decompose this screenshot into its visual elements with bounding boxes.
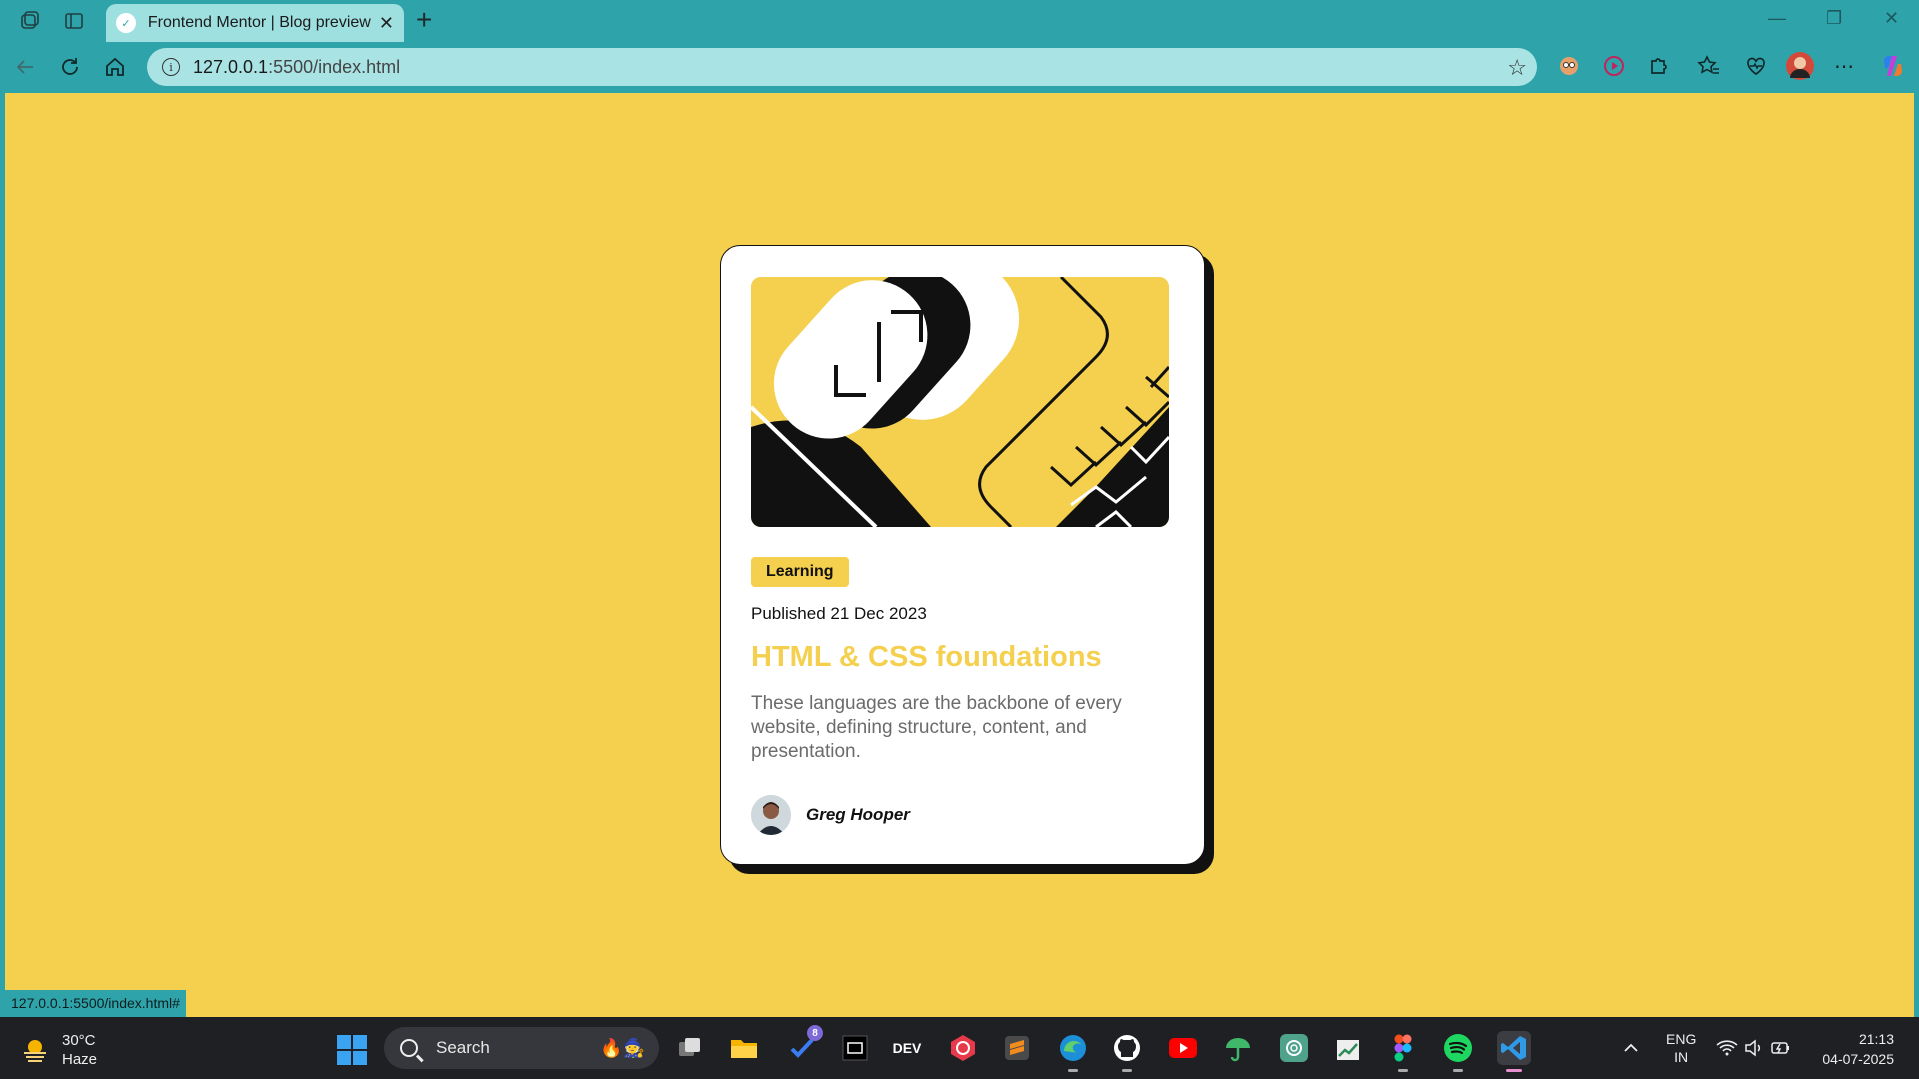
home-icon[interactable] — [100, 52, 130, 82]
weather-description: Haze — [62, 1051, 98, 1068]
dev-community-icon[interactable]: DEV — [890, 1031, 924, 1065]
browser-essentials-icon[interactable] — [1740, 50, 1772, 82]
edge-browser-icon[interactable] — [1056, 1031, 1090, 1072]
language-code: ENG — [1666, 1031, 1697, 1047]
author-avatar — [751, 795, 791, 835]
link-status-bar: 127.0.0.1:5500/index.html# — [5, 990, 186, 1017]
quick-settings[interactable] — [1716, 1017, 1792, 1079]
copilot-icon[interactable] — [1877, 50, 1909, 82]
tab-actions-icon[interactable] — [61, 8, 87, 34]
card-illustration — [751, 277, 1169, 527]
windows-taskbar: 30°C Haze Search 🔥🧙 8 DEV ENG IN 21:13 0… — [0, 1017, 1919, 1079]
clock-date: 04-07-2025 — [1822, 1051, 1894, 1067]
terminal-app-icon[interactable] — [838, 1031, 872, 1065]
new-tab-button[interactable]: + — [416, 6, 432, 34]
card-title[interactable]: HTML & CSS foundations — [751, 641, 1174, 674]
weather-widget[interactable]: 30°C Haze — [20, 1031, 97, 1069]
todo-app-icon[interactable]: 8 — [785, 1025, 823, 1065]
show-hidden-icons[interactable] — [1622, 1017, 1640, 1079]
system-clock[interactable]: 21:13 04-07-2025 — [1812, 1029, 1894, 1069]
github-desktop-icon[interactable] — [1110, 1031, 1144, 1072]
browser-titlebar: ✓ Frontend Mentor | Blog preview c ✕ + —… — [0, 0, 1919, 42]
battery-icon — [1771, 1042, 1789, 1054]
notification-badge: 8 — [807, 1025, 823, 1041]
red-app-icon[interactable] — [946, 1031, 980, 1065]
figma-icon[interactable] — [1386, 1031, 1420, 1072]
active-tab[interactable]: ✓ Frontend Mentor | Blog preview c ✕ — [106, 4, 404, 42]
favorite-star-icon[interactable]: ☆ — [1507, 55, 1527, 81]
search-icon — [400, 1039, 418, 1057]
wifi-icon — [1716, 1040, 1738, 1056]
dev-label: DEV — [892, 1040, 922, 1056]
input-language[interactable]: ENG IN — [1666, 1017, 1696, 1079]
umbrella-app-icon[interactable] — [1221, 1031, 1255, 1065]
browser-toolbar: i 127.0.0.1:5500/index.html ☆ ⋯ — [0, 42, 1919, 92]
tab-close-icon[interactable]: ✕ — [379, 13, 394, 34]
address-bar[interactable]: i 127.0.0.1:5500/index.html ☆ — [147, 48, 1537, 86]
spotify-icon[interactable] — [1441, 1031, 1475, 1072]
search-label: Search — [436, 1038, 490, 1057]
extension-face-icon[interactable] — [1553, 50, 1585, 82]
profile-avatar[interactable] — [1784, 50, 1816, 82]
minimize-icon[interactable]: — — [1768, 8, 1786, 29]
more-menu-icon[interactable]: ⋯ — [1828, 50, 1860, 82]
category-tag[interactable]: Learning — [751, 557, 849, 587]
page-viewport: Learning Published 21 Dec 2023 HTML & CS… — [5, 93, 1914, 1017]
author-name: Greg Hooper — [806, 805, 910, 824]
task-view-icon[interactable] — [673, 1031, 707, 1065]
extensions-puzzle-icon[interactable] — [1642, 50, 1674, 82]
tab-title: Frontend Mentor | Blog preview c — [147, 14, 371, 31]
back-icon[interactable] — [10, 52, 40, 82]
close-window-icon[interactable]: ✕ — [1884, 8, 1899, 29]
vscode-icon[interactable] — [1497, 1031, 1531, 1072]
youtube-icon[interactable] — [1166, 1031, 1200, 1065]
volume-icon — [1745, 1039, 1761, 1057]
reload-icon[interactable] — [55, 52, 85, 82]
restore-icon[interactable]: ❐ — [1826, 8, 1842, 29]
start-button[interactable] — [337, 1035, 367, 1065]
blog-preview-card: Learning Published 21 Dec 2023 HTML & CS… — [720, 245, 1205, 865]
chatgpt-icon[interactable] — [1277, 1031, 1311, 1065]
search-highlight-icon: 🔥🧙 — [600, 1037, 645, 1058]
favorites-icon[interactable] — [1693, 50, 1725, 82]
weather-temperature: 30°C — [62, 1032, 96, 1049]
site-info-icon[interactable]: i — [162, 58, 180, 76]
tab-favicon-icon: ✓ — [116, 13, 136, 33]
published-date: Published 21 Dec 2023 — [751, 604, 927, 623]
spreadsheet-app-icon[interactable] — [1332, 1031, 1366, 1065]
workspaces-icon[interactable] — [17, 8, 43, 34]
author-block: Greg Hooper — [751, 795, 1174, 835]
file-explorer-icon[interactable] — [727, 1031, 761, 1065]
clock-time: 21:13 — [1858, 1031, 1894, 1047]
taskbar-search[interactable]: Search 🔥🧙 — [384, 1027, 659, 1069]
card-description: These languages are the backbone of ever… — [751, 693, 1122, 762]
region-code: IN — [1674, 1049, 1689, 1065]
sublime-text-icon[interactable] — [1000, 1031, 1034, 1065]
url-text: 127.0.0.1:5500/index.html — [193, 56, 401, 77]
haze-weather-icon — [24, 1040, 46, 1062]
extension-play-icon[interactable] — [1598, 50, 1630, 82]
